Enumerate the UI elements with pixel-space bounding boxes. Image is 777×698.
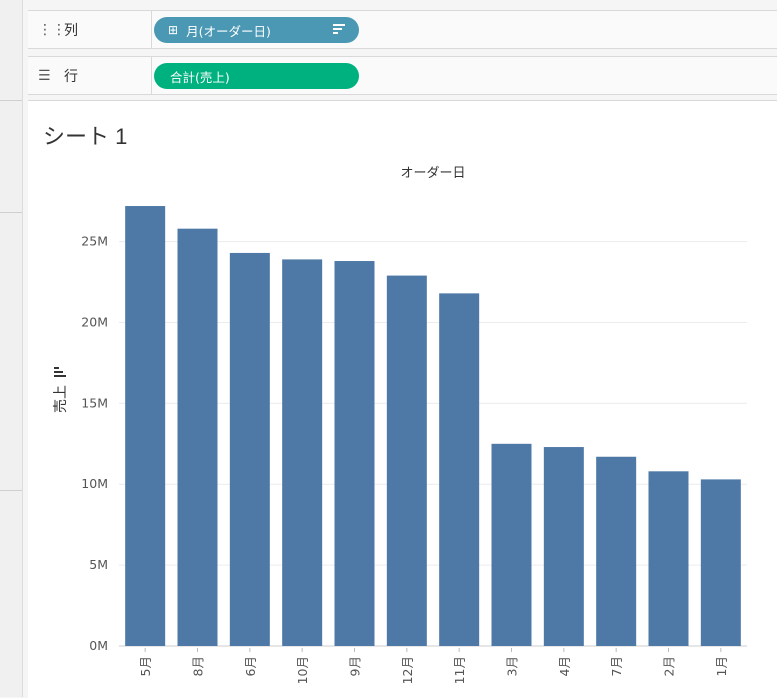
x-tick-label: 6月: [243, 656, 258, 676]
y-tick-label: 15M: [81, 395, 108, 410]
bar[interactable]: [177, 228, 218, 646]
bar[interactable]: [700, 479, 741, 646]
bar[interactable]: [596, 456, 637, 646]
bar[interactable]: [439, 293, 480, 646]
pill-label: 合計(売上): [170, 69, 230, 85]
panel-divider: [0, 490, 22, 491]
columns-icon: ⋮⋮: [38, 21, 66, 38]
bar[interactable]: [648, 471, 689, 646]
chart-title: オーダー日: [400, 166, 465, 181]
x-tick-label: 12月: [400, 656, 415, 684]
sum-sales-pill[interactable]: 合計(売上): [154, 63, 359, 89]
x-tick-label: 9月: [348, 656, 363, 676]
rows-shelf: ☰ 行 合計(売上): [28, 56, 777, 95]
x-tick-label: 10月: [295, 656, 310, 684]
rows-drop-zone[interactable]: 合計(売上): [152, 57, 777, 94]
columns-shelf-label: 列: [64, 22, 78, 39]
bar[interactable]: [125, 206, 166, 646]
bar[interactable]: [282, 259, 323, 646]
rows-icon: ☰: [38, 67, 51, 84]
panel-divider: [0, 100, 22, 101]
x-axis-ticks: 5月 8月 6月 10月 9月 12月 11月 3月 4月 7月 2月 1月: [138, 648, 729, 684]
bar[interactable]: [229, 252, 270, 647]
y-tick-label: 25M: [81, 234, 108, 249]
x-tick-label: 5月: [138, 656, 153, 676]
y-axis-title: 売上: [53, 385, 69, 413]
y-tick-label: 10M: [81, 476, 108, 491]
x-tick-label: 11月: [452, 656, 467, 684]
month-order-date-pill[interactable]: ⊞ 月(オーダー日): [154, 17, 359, 43]
columns-drop-zone[interactable]: ⊞ 月(オーダー日): [152, 11, 777, 48]
bar[interactable]: [491, 443, 532, 646]
panel-divider: [0, 212, 22, 213]
rows-shelf-label-area: ☰ 行: [28, 57, 152, 94]
columns-shelf-label-area: ⋮⋮ 列: [28, 11, 152, 48]
sort-icon[interactable]: [54, 367, 66, 377]
x-tick-label: 4月: [557, 656, 572, 676]
worksheet-view: シート 1 オーダー日 0M 5M 10M 15M 20M 25M 5月 8月 6月 10月 9月…: [28, 100, 777, 698]
columns-shelf: ⋮⋮ 列 ⊞ 月(オーダー日): [28, 10, 777, 49]
bar-chart: オーダー日 0M 5M 10M 15M 20M 25M 5月 8月 6月 10月 9月 12月 11月…: [53, 166, 747, 684]
rows-shelf-label: 行: [64, 68, 78, 85]
bar[interactable]: [334, 261, 375, 646]
y-axis-ticks: 0M 5M 10M 15M 20M 25M: [81, 234, 108, 653]
expand-plus-icon[interactable]: ⊞: [168, 23, 178, 37]
x-tick-label: 2月: [662, 656, 677, 676]
y-tick-label: 5M: [89, 557, 108, 572]
bar[interactable]: [386, 275, 427, 646]
pill-label: 月(オーダー日): [186, 23, 271, 39]
left-panel-strip: [0, 0, 23, 697]
x-tick-label: 3月: [505, 656, 520, 676]
x-tick-label: 1月: [714, 656, 729, 676]
bars: [125, 206, 741, 647]
sort-descending-icon[interactable]: [333, 24, 345, 36]
x-tick-label: 8月: [191, 656, 206, 676]
y-axis-title-group[interactable]: 売上: [53, 367, 69, 413]
y-tick-label: 20M: [81, 314, 108, 329]
bar[interactable]: [543, 447, 584, 646]
y-tick-label: 0M: [89, 638, 108, 653]
x-tick-label: 7月: [609, 656, 624, 676]
